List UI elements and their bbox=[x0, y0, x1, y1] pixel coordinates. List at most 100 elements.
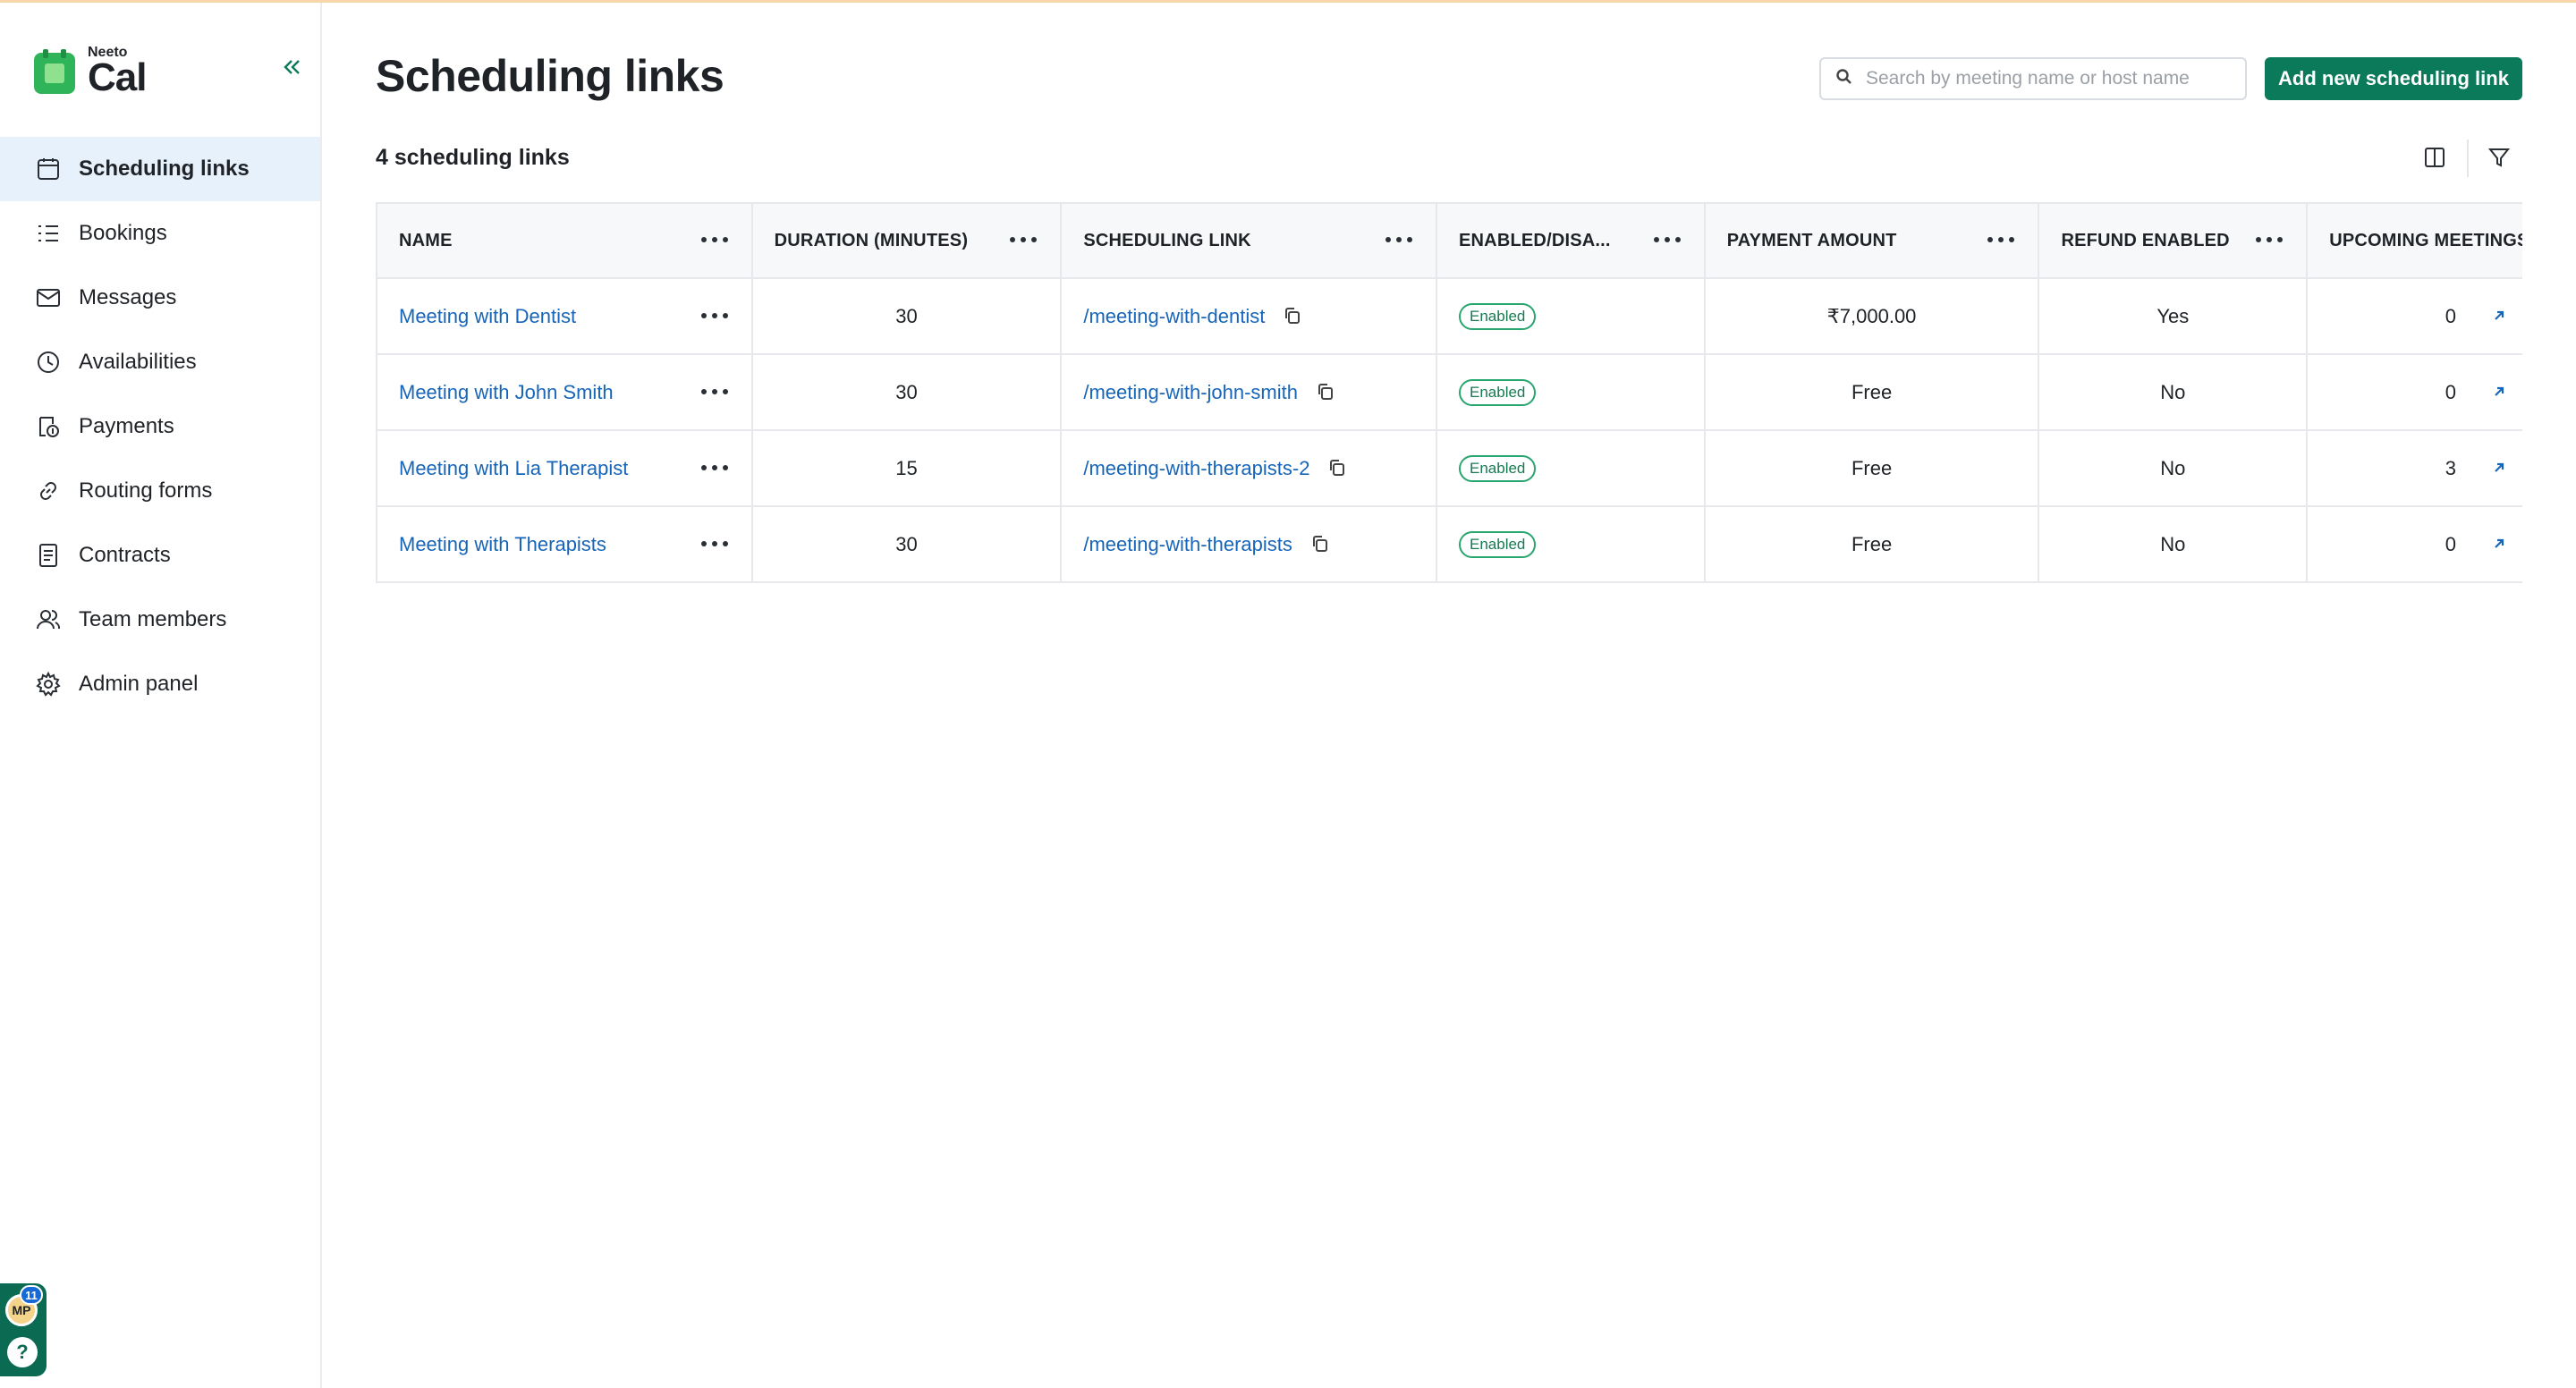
search-input[interactable] bbox=[1866, 68, 2233, 89]
sidebar-item-label: Routing forms bbox=[79, 478, 213, 503]
page-title: Scheduling links bbox=[376, 51, 724, 101]
search-icon bbox=[1835, 68, 1853, 90]
search-box bbox=[1819, 57, 2247, 100]
column-menu-icon[interactable] bbox=[1010, 237, 1038, 244]
link-icon bbox=[34, 477, 63, 505]
meeting-name-link[interactable]: Meeting with Lia Therapist bbox=[399, 457, 628, 480]
copy-icon[interactable] bbox=[1283, 306, 1304, 327]
column-menu-icon[interactable] bbox=[1987, 237, 2015, 244]
copy-icon[interactable] bbox=[1327, 458, 1349, 479]
upcoming-count: 0 bbox=[2445, 304, 2457, 327]
payments-icon bbox=[34, 412, 63, 441]
calendar-icon bbox=[34, 155, 63, 183]
column-header-name[interactable]: NAME bbox=[377, 204, 753, 277]
help-icon[interactable]: ? bbox=[7, 1337, 38, 1367]
payment-cell: Free bbox=[1706, 355, 2040, 429]
clock-icon bbox=[34, 348, 63, 377]
sidebar-item-label: Availabilities bbox=[79, 350, 197, 374]
sidebar-item-bookings[interactable]: Bookings bbox=[0, 201, 320, 266]
logo-icon bbox=[34, 49, 77, 94]
sidebar-item-payments[interactable]: Payments bbox=[0, 394, 320, 459]
scheduling-link[interactable]: /meeting-with-therapists bbox=[1083, 533, 1292, 556]
duration-cell: 15 bbox=[753, 431, 1063, 505]
column-header-refund-enabled[interactable]: REFUND ENABLED bbox=[2039, 204, 2309, 277]
open-external-icon[interactable] bbox=[2490, 535, 2510, 554]
sidebar-item-scheduling-links[interactable]: Scheduling links bbox=[0, 137, 320, 201]
user-widget: MP 11 ? bbox=[0, 1283, 47, 1376]
gear-icon bbox=[34, 670, 63, 698]
copy-icon[interactable] bbox=[1316, 382, 1337, 403]
mail-icon bbox=[34, 284, 63, 312]
sidebar-item-label: Scheduling links bbox=[79, 157, 250, 181]
sidebar-item-team-members[interactable]: Team members bbox=[0, 588, 320, 652]
refund-cell: No bbox=[2039, 507, 2309, 581]
open-external-icon[interactable] bbox=[2490, 459, 2510, 478]
sidebar-item-messages[interactable]: Messages bbox=[0, 266, 320, 330]
document-icon bbox=[34, 541, 63, 570]
sidebar-item-label: Payments bbox=[79, 414, 174, 438]
sidebar-item-contracts[interactable]: Contracts bbox=[0, 523, 320, 588]
team-icon bbox=[34, 605, 63, 634]
table-row: Meeting with Dentist 30 /meeting-with-de… bbox=[377, 279, 2522, 355]
table-row: Meeting with Lia Therapist 15 /meeting-w… bbox=[377, 431, 2522, 507]
row-menu-icon[interactable] bbox=[700, 388, 728, 396]
status-badge: Enabled bbox=[1459, 302, 1537, 330]
scheduling-link[interactable]: /meeting-with-therapists-2 bbox=[1083, 457, 1309, 480]
meeting-name-link[interactable]: Meeting with John Smith bbox=[399, 381, 614, 404]
row-menu-icon[interactable] bbox=[700, 312, 728, 320]
column-header-enabled[interactable]: ENABLED/DISA... bbox=[1437, 204, 1706, 277]
columns-toggle-icon[interactable] bbox=[2422, 145, 2447, 170]
sidebar-item-label: Bookings bbox=[79, 221, 167, 245]
status-badge: Enabled bbox=[1459, 378, 1537, 406]
payment-cell: Free bbox=[1706, 431, 2040, 505]
refund-cell: No bbox=[2039, 431, 2309, 505]
copy-icon[interactable] bbox=[1310, 534, 1332, 555]
scheduling-link[interactable]: /meeting-with-dentist bbox=[1083, 305, 1265, 328]
scheduling-link[interactable]: /meeting-with-john-smith bbox=[1083, 381, 1298, 404]
column-menu-icon[interactable] bbox=[1385, 237, 1412, 244]
duration-cell: 30 bbox=[753, 279, 1063, 353]
app-logo[interactable]: Neeto Cal bbox=[34, 46, 147, 97]
sidebar-item-label: Admin panel bbox=[79, 672, 199, 696]
table-row: Meeting with John Smith 30 /meeting-with… bbox=[377, 355, 2522, 431]
status-badge: Enabled bbox=[1459, 530, 1537, 558]
sidebar-item-admin-panel[interactable]: Admin panel bbox=[0, 652, 320, 716]
upcoming-count: 0 bbox=[2445, 532, 2457, 555]
row-menu-icon[interactable] bbox=[700, 540, 728, 548]
sidebar-item-routing-forms[interactable]: Routing forms bbox=[0, 459, 320, 523]
column-header-duration[interactable]: DURATION (MINUTES) bbox=[753, 204, 1063, 277]
sidebar-item-label: Contracts bbox=[79, 543, 171, 567]
filter-icon[interactable] bbox=[2487, 145, 2512, 170]
scheduling-links-table: NAME DURATION (MINUTES) SCHEDULING LINK … bbox=[376, 202, 2522, 583]
open-external-icon[interactable] bbox=[2490, 383, 2510, 402]
row-menu-icon[interactable] bbox=[700, 464, 728, 472]
upcoming-count: 3 bbox=[2445, 456, 2457, 479]
column-menu-icon[interactable] bbox=[700, 237, 728, 244]
add-scheduling-link-button[interactable]: Add new scheduling link bbox=[2265, 57, 2522, 100]
payment-cell: ₹7,000.00 bbox=[1706, 279, 2040, 353]
notification-count-badge: 11 bbox=[20, 1285, 43, 1305]
column-header-scheduling-link[interactable]: SCHEDULING LINK bbox=[1062, 204, 1437, 277]
sidebar: Neeto Cal Scheduling links Bookings Mess… bbox=[0, 3, 322, 1388]
upcoming-count: 0 bbox=[2445, 380, 2457, 403]
column-header-payment-amount[interactable]: PAYMENT AMOUNT bbox=[1706, 204, 2040, 277]
column-menu-icon[interactable] bbox=[1653, 237, 1681, 244]
top-accent-line bbox=[0, 0, 2576, 3]
duration-cell: 30 bbox=[753, 355, 1063, 429]
duration-cell: 30 bbox=[753, 507, 1063, 581]
meeting-name-link[interactable]: Meeting with Therapists bbox=[399, 533, 606, 556]
sidebar-item-label: Messages bbox=[79, 285, 177, 309]
refund-cell: No bbox=[2039, 355, 2309, 429]
payment-cell: Free bbox=[1706, 507, 2040, 581]
open-external-icon[interactable] bbox=[2490, 307, 2510, 326]
meeting-name-link[interactable]: Meeting with Dentist bbox=[399, 305, 576, 328]
results-count: 4 scheduling links bbox=[376, 145, 570, 170]
column-menu-icon[interactable] bbox=[2256, 237, 2284, 244]
list-icon bbox=[34, 219, 63, 248]
collapse-sidebar-icon[interactable] bbox=[279, 55, 304, 80]
sidebar-item-availabilities[interactable]: Availabilities bbox=[0, 330, 320, 394]
status-badge: Enabled bbox=[1459, 454, 1537, 482]
column-header-upcoming-meetings[interactable]: UPCOMING MEETINGS bbox=[2308, 204, 2522, 277]
toolbar-divider bbox=[2467, 140, 2469, 177]
sidebar-nav: Scheduling links Bookings Messages Avail… bbox=[0, 137, 320, 716]
